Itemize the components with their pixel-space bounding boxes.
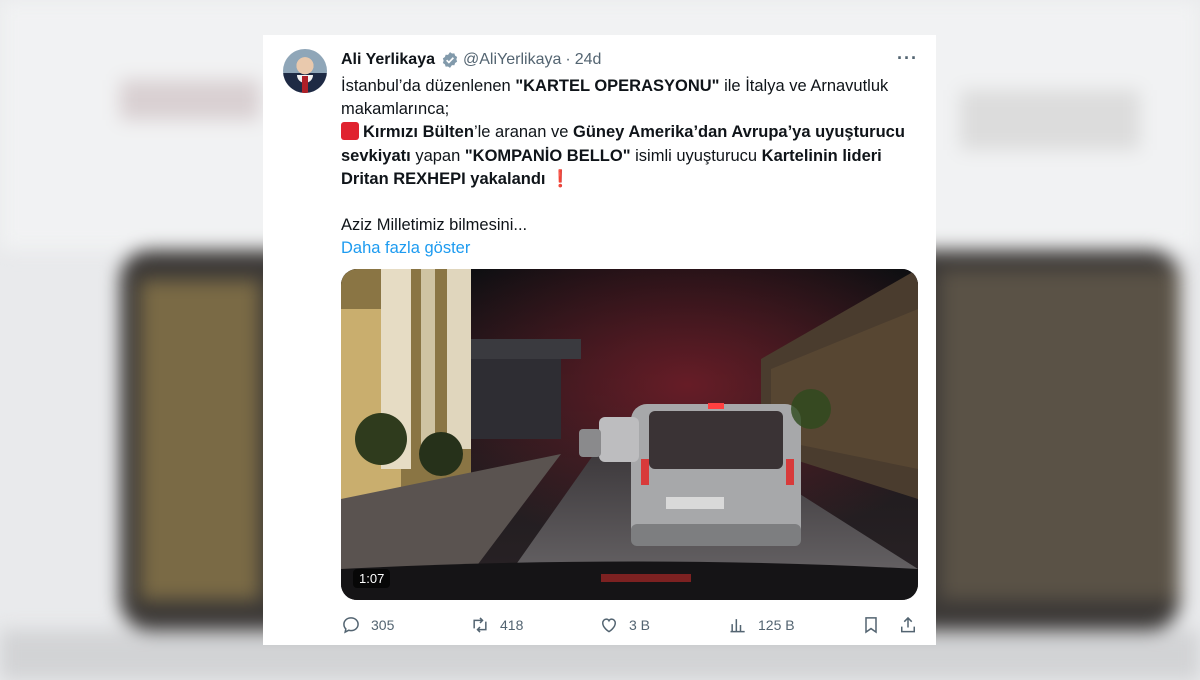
share-button[interactable] — [898, 615, 928, 635]
tweet-paragraph-2: Kırmızı Bülten’le aranan ve Güney Amerik… — [341, 121, 911, 191]
tweet-card[interactable]: Ali Yerlikaya @AliYerlikaya · 24d ··· İs… — [263, 35, 936, 645]
text-bold: "KOMPANİO BELLO" — [464, 146, 631, 165]
text-bold: "KARTEL OPERASYONU" — [515, 77, 720, 95]
text-span: isimli uyuşturucu — [630, 146, 762, 165]
tweet-paragraph-1: İstanbul’da düzenlenen "KARTEL OPERASYON… — [341, 75, 911, 121]
text-span: ’le aranan ve — [473, 123, 574, 142]
tweet-text: İstanbul’da düzenlenen "KARTEL OPERASYON… — [341, 75, 911, 260]
reply-icon — [343, 617, 359, 634]
repost-button[interactable]: 418 — [470, 615, 523, 635]
text-span: yapan — [410, 146, 465, 165]
like-count: 3 B — [629, 617, 651, 633]
action-bar: 305 418 3 B 125 B — [341, 615, 918, 637]
tweet-header: Ali Yerlikaya @AliYerlikaya · 24d ··· — [341, 49, 918, 71]
tweet-paragraph-3: Aziz Milletimiz bilmesini... — [341, 216, 528, 235]
text-span: İstanbul’da düzenlenen — [341, 77, 516, 95]
share-icon — [901, 616, 915, 633]
like-button[interactable]: 3 B — [599, 615, 650, 635]
views-button[interactable]: 125 B — [728, 615, 795, 635]
author-name[interactable]: Ali Yerlikaya — [341, 51, 435, 69]
text-bold: Kırmızı Bülten — [363, 123, 474, 142]
reply-count: 305 — [371, 617, 395, 633]
author-handle[interactable]: @AliYerlikaya — [463, 51, 561, 69]
video-duration: 1:07 — [353, 569, 391, 588]
show-more-link[interactable]: Daha fazla göster — [341, 237, 911, 260]
views-count: 125 B — [758, 617, 795, 633]
video-frame — [341, 269, 918, 600]
bookmark-button[interactable] — [861, 615, 891, 635]
separator: · — [565, 51, 571, 68]
repost-icon — [473, 617, 487, 633]
views-icon — [730, 619, 745, 633]
red-square-icon — [341, 122, 359, 141]
bookmark-icon — [865, 617, 877, 634]
video-player[interactable]: 1:07 — [341, 269, 918, 600]
timestamp[interactable]: 24d — [575, 51, 602, 69]
verified-badge-icon — [442, 52, 458, 68]
reply-button[interactable]: 305 — [341, 615, 394, 635]
repost-count: 418 — [500, 617, 524, 633]
avatar[interactable] — [283, 49, 327, 93]
more-icon[interactable]: ··· — [897, 49, 918, 67]
like-icon — [601, 618, 617, 633]
exclamation-icon: ❗ — [550, 169, 571, 188]
